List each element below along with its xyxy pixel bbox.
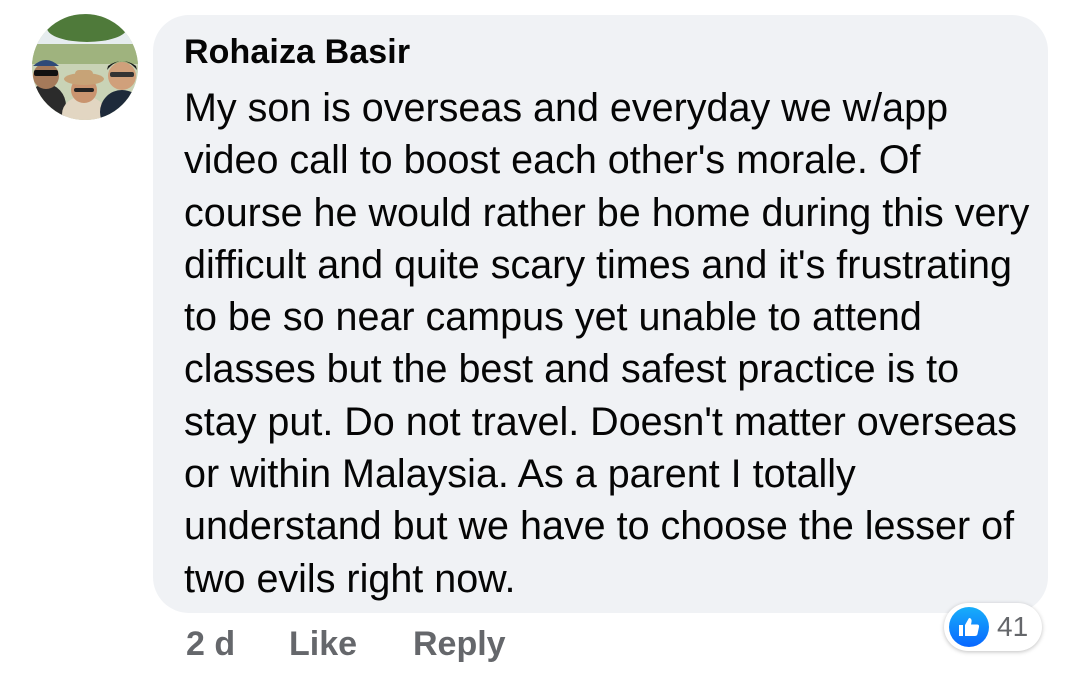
comment-author-name[interactable]: Rohaiza Basir — [184, 33, 410, 72]
comment-bubble: Rohaiza Basir My son is overseas and eve… — [153, 15, 1048, 613]
comment-container: Rohaiza Basir My son is overseas and eve… — [0, 0, 1079, 677]
reply-button[interactable]: Reply — [413, 622, 506, 666]
reactions-summary[interactable]: 41 — [944, 603, 1042, 651]
avatar[interactable] — [32, 14, 138, 120]
comment-text: My son is overseas and everyday we w/app… — [184, 86, 1030, 601]
like-button[interactable]: Like — [289, 622, 357, 666]
thumbs-up-icon — [949, 607, 989, 647]
reaction-count: 41 — [997, 611, 1029, 642]
avatar-photo — [32, 14, 138, 120]
comment-timestamp[interactable]: 2 d — [186, 622, 235, 666]
